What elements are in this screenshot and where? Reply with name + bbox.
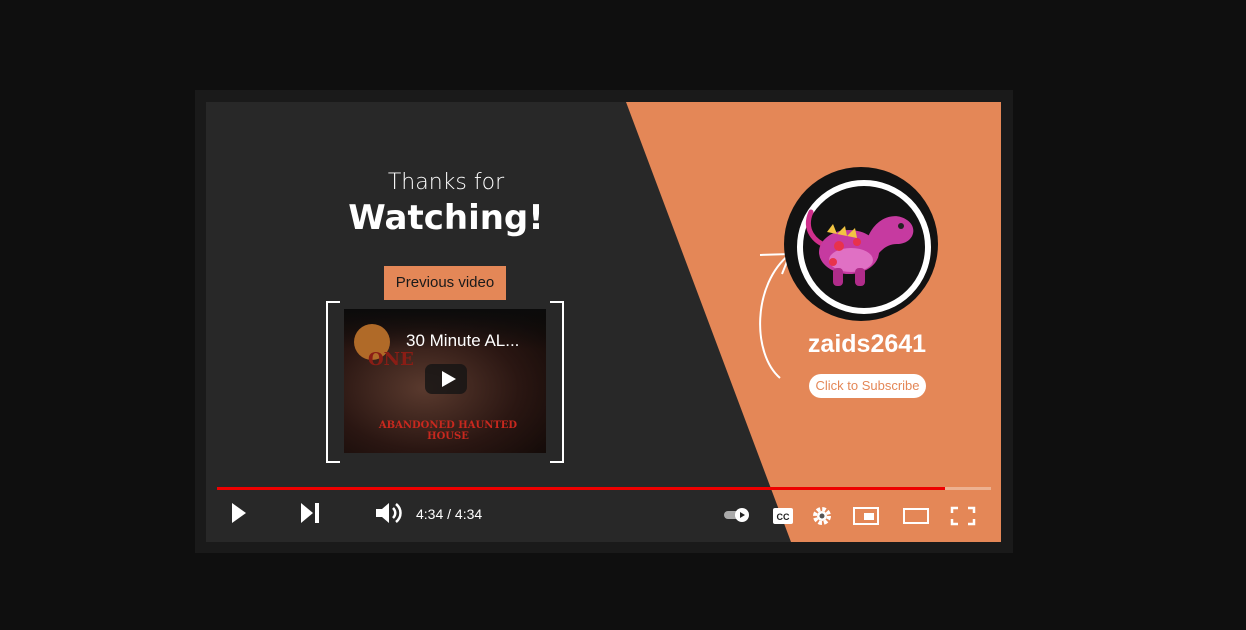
previous-video-label: Previous video (384, 266, 506, 300)
thanks-text: Thanks for (387, 170, 505, 195)
progress-fill (217, 487, 945, 490)
channel-name[interactable]: zaids2641 (786, 330, 948, 359)
video-player[interactable]: Thanks for Watching! Previous video ONE … (206, 102, 1001, 542)
settings-gear-icon[interactable] (810, 504, 834, 528)
play-icon[interactable] (425, 364, 467, 394)
previous-video-card[interactable]: ONE 30 Minute AL... ABANDONED HAUNTED HO… (344, 309, 546, 453)
avatar-ring (797, 180, 931, 314)
dinosaur-icon (805, 209, 914, 286)
next-button-icon[interactable] (298, 500, 322, 526)
watching-text: Watching! (348, 198, 544, 238)
miniplayer-icon[interactable] (852, 506, 880, 526)
captions-icon[interactable]: CC (772, 506, 794, 526)
thumbnail-overlay-word: ONE (368, 349, 414, 370)
volume-icon[interactable] (374, 500, 404, 526)
svg-text:CC: CC (777, 512, 790, 522)
subscribe-button[interactable]: Click to Subscribe (809, 374, 926, 398)
theater-mode-icon[interactable] (902, 506, 930, 526)
play-button-icon[interactable] (228, 500, 250, 526)
fullscreen-icon[interactable] (950, 506, 976, 526)
time-display: 4:34 / 4:34 (416, 506, 483, 522)
autoplay-toggle-icon[interactable] (722, 506, 752, 524)
previous-video-title[interactable]: 30 Minute AL... (406, 331, 519, 351)
progress-bar[interactable] (217, 487, 991, 490)
right-bracket (550, 301, 564, 463)
left-bracket (326, 301, 340, 463)
thumbnail-overlay-text: ABANDONED HAUNTED HOUSE (378, 420, 518, 442)
